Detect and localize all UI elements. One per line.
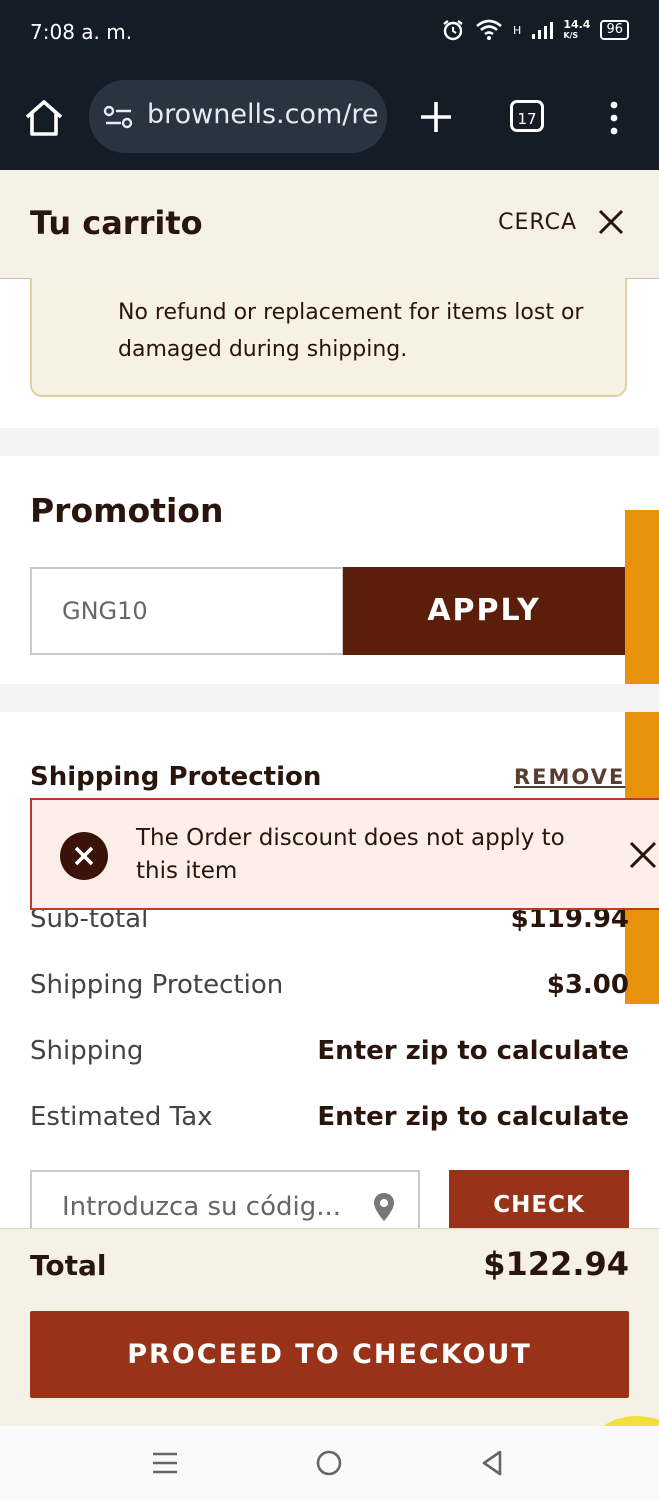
- home-icon[interactable]: [22, 98, 66, 138]
- alarm-icon: [443, 20, 463, 41]
- summary-label: Shipping: [30, 1036, 144, 1066]
- error-message: The Order discount does not apply to thi…: [136, 825, 565, 884]
- cart-header: Tu carrito CERCA: [0, 170, 659, 279]
- browser-toolbar: brownells.com/re 17: [0, 66, 659, 170]
- promotion-title: Promotion: [30, 491, 224, 530]
- cart-title: Tu carrito: [30, 204, 203, 242]
- status-icons: H 14.4 K/S 96: [441, 18, 629, 42]
- proceed-to-checkout-button[interactable]: PROCEED TO CHECKOUT: [30, 1311, 629, 1398]
- remove-shipping-protection-link[interactable]: REMOVE: [514, 765, 625, 789]
- total-label: Total: [30, 1249, 107, 1282]
- signal-icon: [532, 22, 554, 39]
- summary-label: Shipping Protection: [30, 970, 284, 1000]
- section-divider: [0, 684, 659, 712]
- back-icon[interactable]: [478, 1448, 508, 1478]
- close-icon: [598, 209, 624, 235]
- summary-value: $3.00: [546, 970, 629, 1000]
- summary-value: Enter zip to calculate: [317, 1036, 629, 1066]
- section-divider: [0, 428, 659, 456]
- summary-label: Estimated Tax: [30, 1102, 213, 1132]
- status-time: 7:08 a. m.: [30, 20, 133, 44]
- summary-row-shipping: Shipping Enter zip to calculate: [30, 1036, 629, 1066]
- apply-button[interactable]: APPLY: [343, 567, 625, 655]
- close-toast-icon[interactable]: [628, 840, 658, 870]
- recent-apps-icon[interactable]: [150, 1448, 180, 1478]
- summary-row-estimated-tax: Estimated Tax Enter zip to calculate: [30, 1102, 629, 1132]
- error-icon: [60, 832, 108, 880]
- data-speed-value: 14.4: [563, 18, 591, 31]
- close-cart-button[interactable]: CERCA: [498, 208, 625, 236]
- notice-text: No refund or replacement for items lost …: [118, 300, 584, 362]
- shipping-protection-title: Shipping Protection: [30, 762, 322, 792]
- system-nav-bar: [0, 1426, 659, 1500]
- checkout-bar: Total $122.94 PROCEED TO CHECKOUT: [0, 1228, 659, 1427]
- total-value: $122.94: [483, 1245, 629, 1283]
- data-speed: 14.4 K/S: [563, 19, 590, 41]
- shipping-notice: No refund or replacement for items lost …: [30, 278, 627, 397]
- summary-value: Enter zip to calculate: [317, 1102, 629, 1132]
- site-settings-icon[interactable]: [103, 104, 135, 130]
- data-speed-unit: K/S: [563, 31, 579, 40]
- new-tab-icon[interactable]: [418, 99, 454, 135]
- summary-row-shipping-protection: Shipping Protection $3.00: [30, 970, 629, 1000]
- location-pin-icon[interactable]: [372, 1192, 396, 1222]
- feedback-side-tab[interactable]: [625, 510, 659, 1004]
- network-type: H: [513, 23, 522, 37]
- overflow-menu-icon[interactable]: [604, 100, 624, 136]
- error-toast: The Order discount does not apply to thi…: [30, 798, 659, 910]
- tab-switcher-button[interactable]: 17: [510, 100, 544, 132]
- battery-icon: 96: [600, 20, 629, 40]
- home-nav-icon[interactable]: [314, 1448, 344, 1478]
- wifi-icon: [476, 19, 502, 40]
- promo-code-input[interactable]: GNG10: [30, 567, 344, 655]
- zip-placeholder: Introduzca su códig...: [62, 1192, 342, 1222]
- url-text: brownells.com/re: [147, 99, 379, 130]
- status-bar: 7:08 a. m. H 14.4 K/S 96: [0, 0, 659, 66]
- address-bar[interactable]: brownells.com/re: [89, 80, 387, 153]
- close-label: CERCA: [498, 209, 577, 235]
